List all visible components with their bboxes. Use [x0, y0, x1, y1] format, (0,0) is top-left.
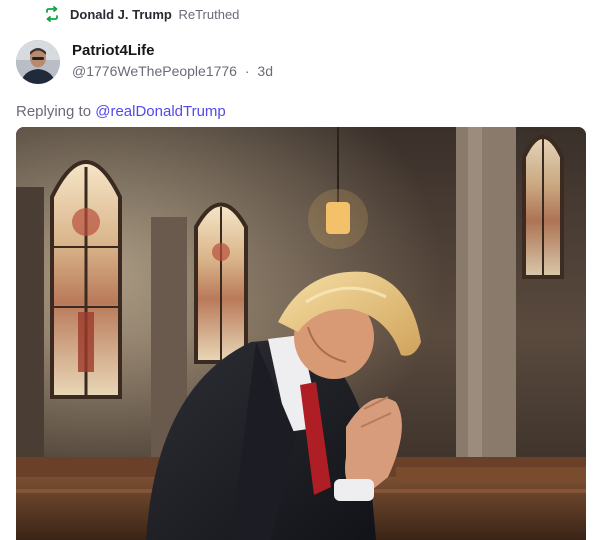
author-handle-line: @1776WeThePeople1776 · 3d: [72, 63, 273, 79]
retruth-icon: [44, 6, 60, 22]
post-media-image[interactable]: [16, 127, 586, 540]
meta-separator: ·: [244, 63, 250, 79]
author-display-name[interactable]: Patriot4Life: [72, 42, 273, 59]
post-time[interactable]: 3d: [257, 63, 273, 79]
retruth-header: Donald J. Trump ReTruthed: [44, 6, 239, 22]
retruth-action-label: ReTruthed: [178, 6, 240, 22]
reply-context: Replying to @realDonaldTrump: [16, 103, 226, 120]
post-author: Patriot4Life @1776WeThePeople1776 · 3d: [16, 40, 273, 84]
avatar[interactable]: [16, 40, 60, 84]
reply-prefix: Replying to: [16, 103, 92, 120]
retruth-user-name[interactable]: Donald J. Trump: [70, 7, 172, 22]
reply-mention-link[interactable]: @realDonaldTrump: [95, 103, 226, 120]
author-handle[interactable]: @1776WeThePeople1776: [72, 63, 237, 79]
